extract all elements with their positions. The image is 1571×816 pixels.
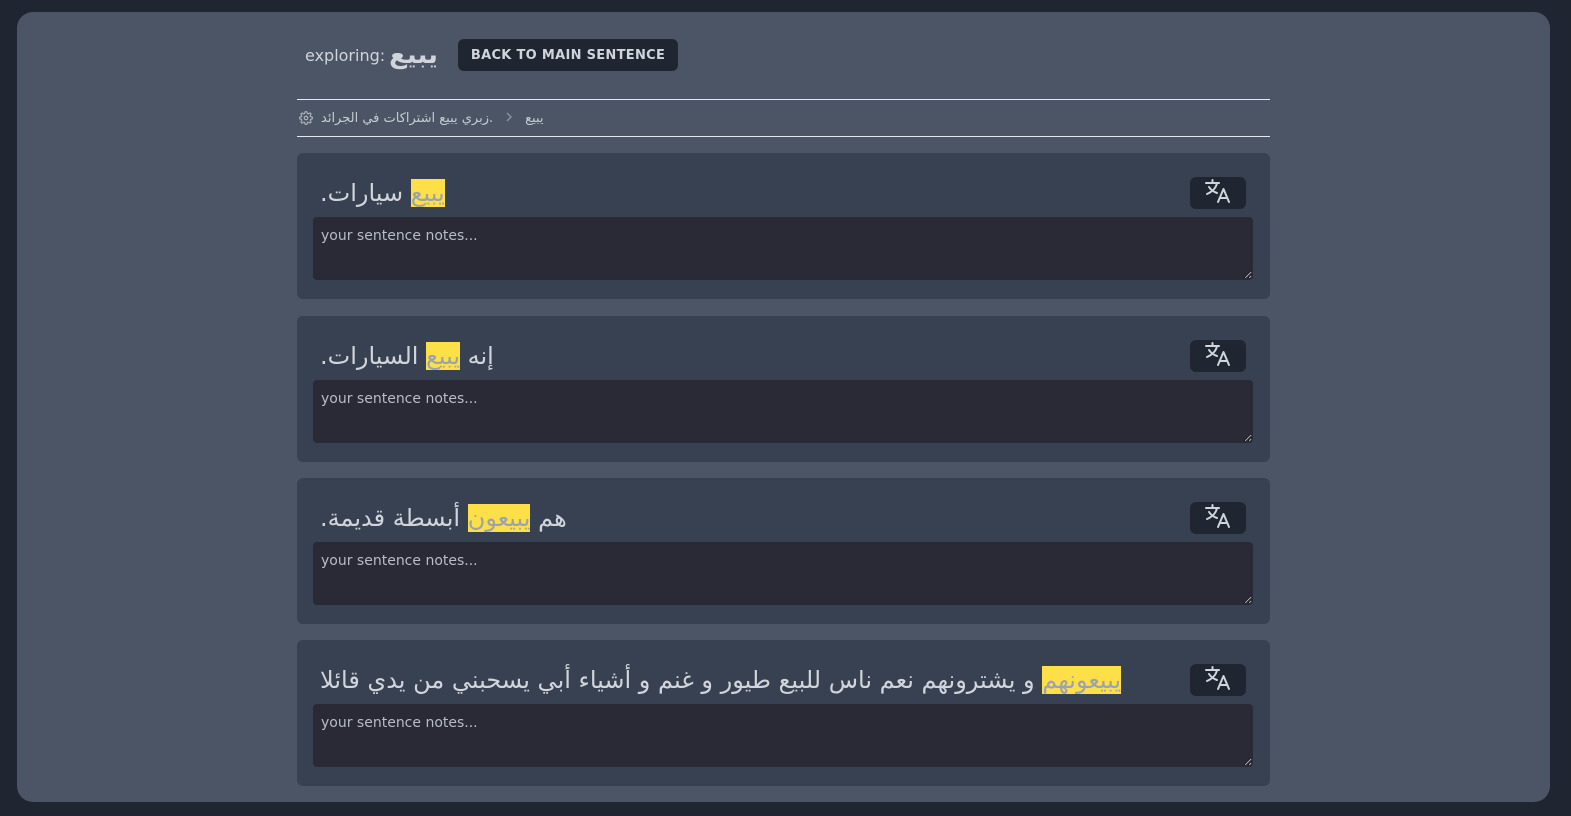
translate-button[interactable] — [1190, 340, 1246, 372]
sentence-notes-input[interactable] — [313, 542, 1253, 605]
sentence-text: السيارات. — [320, 342, 427, 370]
translate-icon — [1204, 341, 1232, 371]
translate-icon — [1204, 503, 1232, 533]
sentence-text: و يشترونهم نعم ناس للبيع طيور و غنم و أش… — [320, 666, 1043, 694]
highlighted-word[interactable]: يبيعونهم — [1042, 666, 1122, 694]
sentence-text: سيارات. — [320, 179, 411, 207]
sentence-text: أبسطة قديمة. — [320, 504, 468, 532]
example-sentence[interactable]: إنه يبيع السيارات. — [320, 338, 1174, 374]
exploring-label: exploring: — [305, 45, 386, 65]
explore-header: exploring: يبيع BACK TO MAIN SENTENCE — [305, 38, 679, 72]
highlighted-word[interactable]: يبيعون — [467, 504, 531, 532]
gear-icon[interactable] — [299, 111, 313, 125]
translate-button[interactable] — [1190, 177, 1246, 209]
breadcrumb-main-sentence[interactable]: زبري يبيع اشتراكات في الجرائد. — [321, 111, 493, 126]
sentence-prefix: إنه — [460, 342, 494, 370]
highlighted-word[interactable]: يبيع — [426, 342, 460, 370]
translate-button[interactable] — [1190, 664, 1246, 696]
translate-button[interactable] — [1190, 502, 1246, 534]
highlighted-word[interactable]: يبيع — [410, 179, 445, 207]
sentence-notes-input[interactable] — [313, 704, 1253, 767]
example-sentence[interactable]: هم يبيعون أبسطة قديمة. — [320, 500, 1174, 536]
sentence-card: هم يبيعون أبسطة قديمة. — [297, 478, 1270, 624]
breadcrumb: زبري يبيع اشتراكات في الجرائد. يبيع — [297, 99, 1270, 137]
sentence-notes-input[interactable] — [313, 380, 1253, 443]
sentence-card: يبيع سيارات. — [297, 153, 1270, 299]
translate-icon — [1204, 665, 1232, 695]
exploring-word: يبيع — [389, 40, 438, 70]
example-sentence[interactable]: يبيعونهم و يشترونهم نعم ناس للبيع طيور و… — [320, 662, 1174, 698]
breadcrumb-current-word: يبيع — [525, 110, 544, 126]
back-to-main-sentence-button[interactable]: BACK TO MAIN SENTENCE — [457, 39, 679, 71]
sentence-notes-input[interactable] — [313, 217, 1253, 280]
sentence-prefix: هم — [530, 504, 567, 532]
translate-icon — [1204, 178, 1232, 208]
sentence-card: إنه يبيع السيارات. — [297, 316, 1270, 462]
example-sentence[interactable]: يبيع سيارات. — [320, 175, 1174, 211]
sentence-card: يبيعونهم و يشترونهم نعم ناس للبيع طيور و… — [297, 640, 1270, 786]
app-window: exploring: يبيع BACK TO MAIN SENTENCE زب… — [17, 12, 1550, 802]
chevron-right-icon — [505, 111, 513, 126]
